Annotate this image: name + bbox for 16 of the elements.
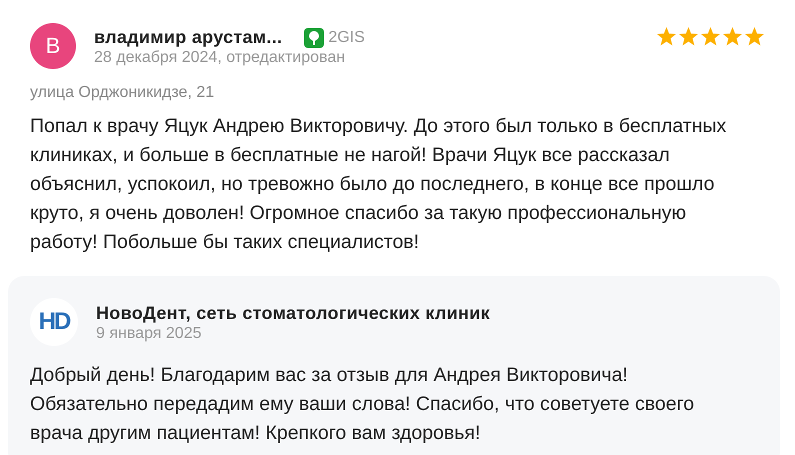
reply-date: 9 января 2025 bbox=[96, 325, 202, 343]
source-label: 2GIS bbox=[328, 28, 365, 46]
star-icon bbox=[656, 26, 677, 47]
avatar: В bbox=[30, 23, 76, 69]
author-name[interactable]: владимир арустам... bbox=[94, 27, 282, 48]
star-icon bbox=[744, 26, 765, 47]
star-icon bbox=[700, 26, 721, 47]
company-logo: HD bbox=[30, 298, 78, 346]
pin-icon bbox=[304, 28, 324, 48]
address: улица Орджоникидзе, 21 bbox=[30, 84, 216, 102]
review-date: 28 декабря 2024, отредактирован bbox=[94, 49, 346, 67]
company-name: НовоДент, сеть стоматологических клиник bbox=[96, 303, 490, 324]
review-text: Попал к врачу Яцук Андрею Викторовичу. До этого был только в бесплатных клиниках, и больше в бесплатные не нагой! Врачи Яцук все рассказал объяснил, успокоил, но тревожно было до последнего, в конце все прошло круто, я очень доволен! Огромное спасибо за такую профессиональную работу! Побольше бы таких специалистов! bbox=[30, 114, 728, 255]
star-icon bbox=[678, 26, 699, 47]
star-icon bbox=[722, 26, 743, 47]
reply-text: Добрый день! Благодарим вас за отзыв для Андрея Викторовича! Обязательно передадим ему ваши слова! Спасибо, что советуете своего врача другим пациентам! Крепкого вам здоровья! bbox=[30, 363, 696, 446]
